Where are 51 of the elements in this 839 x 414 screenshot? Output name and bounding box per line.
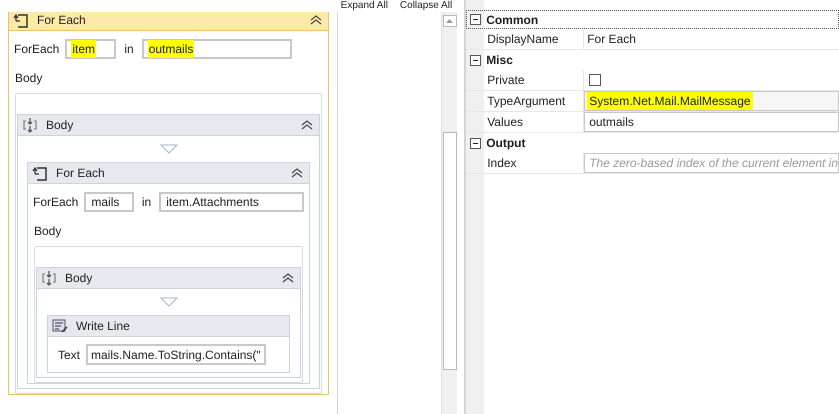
activity-header[interactable]: Body: [37, 268, 300, 289]
collapse-icon[interactable]: [470, 54, 482, 66]
checkbox[interactable]: [589, 74, 602, 86]
activity-title: Body: [46, 117, 74, 134]
expand-all-link[interactable]: Expand All: [340, 1, 388, 11]
type-dropdown[interactable]: System.Net.Mail.MailMessage: [584, 91, 839, 111]
activity-title: Write Line: [76, 318, 130, 335]
scroll-up-button[interactable]: [442, 15, 457, 27]
loop-icon: [32, 165, 48, 181]
sequence-icon: [41, 270, 57, 286]
category-header: Misc: [486, 52, 513, 69]
field-label: in: [124, 41, 134, 58]
activity-title: For Each: [56, 165, 105, 182]
activity-header[interactable]: Body: [18, 115, 319, 136]
property-input[interactable]: outmails: [584, 112, 839, 132]
field-label: Text: [58, 346, 80, 364]
property-name: Values: [484, 112, 584, 132]
collapse-all-link[interactable]: Collapse All: [400, 1, 452, 11]
activity-header[interactable]: Write Line: [48, 316, 289, 337]
values-field[interactable]: outmails: [142, 39, 292, 59]
values-field[interactable]: item.Attachments: [159, 192, 304, 212]
activity-title: Body: [65, 270, 92, 287]
category-header: Output: [486, 135, 526, 152]
item-variable-field[interactable]: item: [65, 39, 116, 59]
field-label: ForEach: [14, 41, 60, 58]
collapse-chevron-icon[interactable]: [301, 120, 313, 130]
body-label: Body: [33, 223, 62, 240]
activity-header[interactable]: For Each: [28, 163, 309, 184]
text-field[interactable]: mails.Name.ToString.Contains(": [86, 344, 266, 365]
property-name: Private: [484, 70, 584, 90]
collapse-chevron-icon[interactable]: [291, 168, 303, 178]
field-label: ForEach: [33, 194, 78, 211]
category-header: Common: [486, 12, 538, 28]
up-arrow-icon: [446, 19, 454, 23]
property-name: DisplayName: [484, 29, 584, 49]
activity-title: For Each: [37, 12, 86, 29]
field-label: in: [142, 194, 152, 211]
loop-icon: [13, 12, 29, 28]
activity-header[interactable]: For Each: [9, 12, 328, 31]
collapse-chevron-icon[interactable]: [282, 273, 294, 283]
drop-target-icon: [160, 144, 178, 154]
collapse-chevron-icon[interactable]: [310, 15, 322, 25]
drop-target-icon: [160, 297, 178, 307]
body-label: Body: [14, 70, 44, 87]
item-variable-field[interactable]: mails: [84, 192, 134, 212]
property-name: Index: [484, 153, 584, 173]
collapse-icon[interactable]: [470, 138, 482, 148]
sequence-icon: [22, 117, 38, 133]
collapse-icon[interactable]: [470, 14, 482, 25]
vertical-scrollbar[interactable]: [441, 12, 458, 414]
property-value: For Each: [586, 31, 637, 48]
